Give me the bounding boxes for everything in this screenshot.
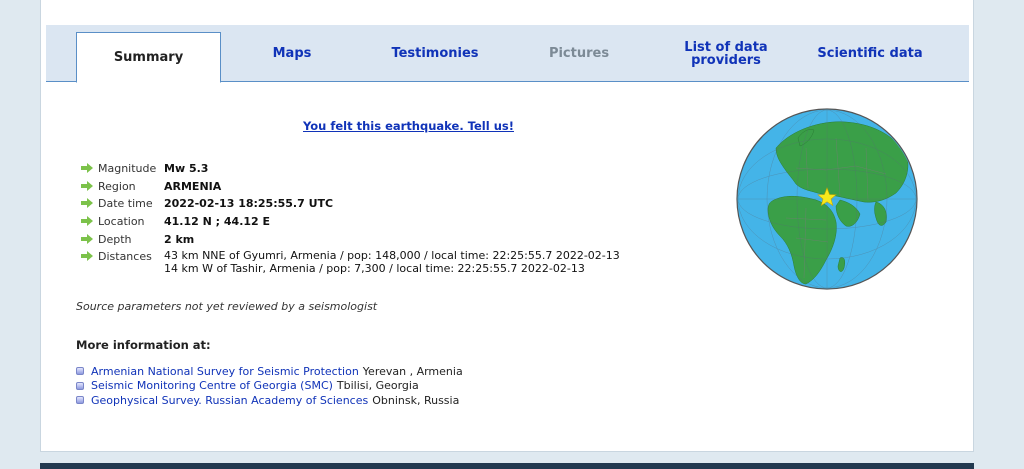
param-label: Region [98,179,136,193]
source-place: Tbilisi, Georgia [336,379,419,393]
list-item: Armenian National Survey for Seismic Pro… [76,364,463,379]
arrow-right-icon [81,198,93,209]
param-depth: Depth 2 km [81,233,620,251]
param-label: Date time [98,197,153,211]
param-magnitude: Magnitude Mw 5.3 [81,162,620,180]
bullet-icon [76,367,84,376]
review-note: Source parameters not yet reviewed by a … [76,300,378,313]
param-value: ARMENIA [164,179,222,193]
param-label: Magnitude [98,162,157,175]
location-globe [736,108,918,290]
param-datetime: Date time 2022-02-13 18:25:55.7 UTC [81,197,620,215]
page-footer-bar [40,463,974,469]
param-distances: Distances 43 km NNE of Gyumri, Armenia /… [81,250,620,280]
tab-data-providers[interactable]: List of data providers [666,25,786,82]
distance-line: 14 km W of Tashir, Armenia / pop: 7,300 … [164,261,585,275]
source-link[interactable]: Geophysical Survey. Russian Academy of S… [91,394,368,407]
param-value: 43 km NNE of Gyumri, Armenia / pop: 148,… [164,250,620,275]
event-panel: Summary Maps Testimonies Pictures List o… [40,0,974,452]
felt-report-link[interactable]: You felt this earthquake. Tell us! [303,119,514,133]
param-label: Location [98,215,145,229]
arrow-right-icon [81,163,93,173]
bullet-icon [76,396,84,405]
arrow-right-icon [81,180,93,191]
tab-pictures: Pictures [548,46,610,61]
param-label: Depth [98,232,132,246]
source-place: Obninsk, Russia [372,393,460,407]
param-region: Region ARMENIA [81,180,620,198]
source-place: Yerevan , Armenia [362,364,463,378]
param-value: 41.12 N ; 44.12 E [164,215,271,229]
param-value: 2022-02-13 18:25:55.7 UTC [164,197,334,211]
bullet-icon [76,381,84,390]
param-label: Distances [98,250,152,264]
event-parameters: Magnitude Mw 5.3 Region ARMENIA Date tim… [81,162,620,280]
tab-summary[interactable]: Summary [76,32,221,83]
param-value: 2 km [164,232,195,246]
arrow-right-icon [81,216,93,227]
tab-bar: Summary Maps Testimonies Pictures List o… [46,25,969,83]
more-info-heading: More information at: [76,338,211,352]
source-link[interactable]: Armenian National Survey for Seismic Pro… [91,365,359,378]
sources-list: Armenian National Survey for Seismic Pro… [76,364,463,408]
param-location: Location 41.12 N ; 44.12 E [81,215,620,233]
list-item: Seismic Monitoring Centre of Georgia (SM… [76,379,463,394]
tab-maps[interactable]: Maps [222,25,362,82]
tab-testimonies[interactable]: Testimonies [362,25,508,82]
list-item: Geophysical Survey. Russian Academy of S… [76,393,463,408]
arrow-right-icon [81,251,93,262]
tab-scientific-data[interactable]: Scientific data [798,25,942,82]
param-value: Mw 5.3 [164,162,209,175]
source-link[interactable]: Seismic Monitoring Centre of Georgia (SM… [91,379,333,392]
arrow-right-icon [81,233,93,244]
